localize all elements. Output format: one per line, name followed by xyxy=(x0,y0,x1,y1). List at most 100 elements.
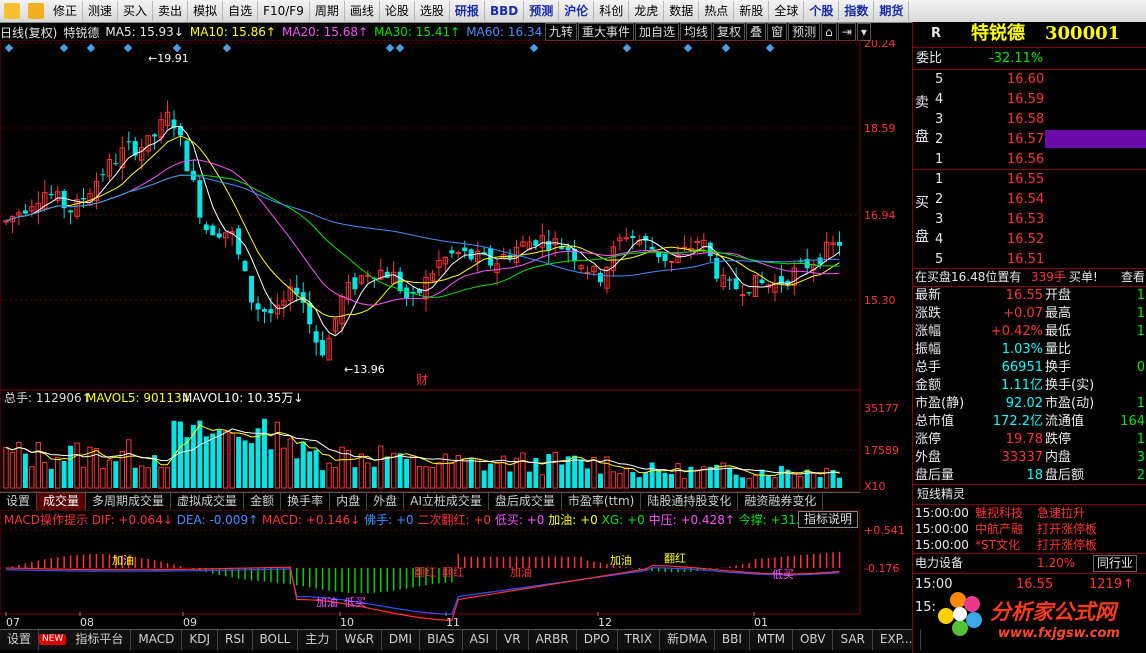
toolbar-btn-22[interactable]: 指数 xyxy=(839,1,875,21)
chart-btn-1[interactable]: 重大事件 xyxy=(578,23,635,41)
toolbar-btn-6[interactable]: F10/F9 xyxy=(258,1,310,21)
sector-name[interactable]: 电力设备 xyxy=(915,553,963,573)
candle-body xyxy=(668,260,675,263)
sjl-title[interactable]: 短线精灵 xyxy=(917,484,965,504)
vol-tab-7[interactable]: 外盘 xyxy=(367,493,405,510)
chart-btn-9[interactable]: ⇥ xyxy=(837,23,856,41)
bottom-tab-15[interactable]: TRIX xyxy=(618,630,661,650)
indicator-explain-button[interactable]: 指标说明 xyxy=(798,511,858,528)
toolbar-btn-8[interactable]: 画线 xyxy=(345,1,380,21)
toolbar-btn-14[interactable]: 沪伦 xyxy=(559,1,595,21)
bids-level: 3 xyxy=(935,212,944,227)
asks-row[interactable]: 3 16.58 xyxy=(913,110,1146,130)
bottom-tab-6[interactable]: BOLL xyxy=(253,630,299,650)
toolbar-btn-5[interactable]: 自选 xyxy=(223,1,259,21)
vol-tab-4[interactable]: 金额 xyxy=(244,493,282,510)
chart-period[interactable]: 日线(复权) xyxy=(0,24,57,41)
bottom-tab-17[interactable]: BBI xyxy=(715,630,750,650)
toolbar-btn-15[interactable]: 科创 xyxy=(594,1,630,21)
toolbar-btn-10[interactable]: 选股 xyxy=(415,1,450,21)
toolbar-btn-11[interactable]: 研报 xyxy=(450,1,485,21)
vol-tab-8[interactable]: AI立桩成交量 xyxy=(404,493,489,510)
toolbar-btn-7[interactable]: 周期 xyxy=(310,1,345,21)
bottom-tab-19[interactable]: OBV xyxy=(793,630,834,650)
bottom-tab-0[interactable]: 设置 xyxy=(0,630,40,650)
chart-btn-5[interactable]: 叠 xyxy=(746,23,767,41)
vol-tab-0[interactable]: 设置 xyxy=(0,493,38,510)
chart-btn-2[interactable]: 加自选 xyxy=(635,23,680,41)
stat-label: 最新 xyxy=(915,288,942,303)
vol-tab-3[interactable]: 虚拟成交量 xyxy=(171,493,245,510)
vol-tab-9[interactable]: 盘后成交量 xyxy=(489,493,562,510)
toolbar-btn-20[interactable]: 全球 xyxy=(769,1,805,21)
bids-row[interactable]: 4 16.52 xyxy=(913,230,1146,250)
vol-tab-5[interactable]: 换手率 xyxy=(281,493,331,510)
kline-chart[interactable]: 20.24 18.59 16.94 15.30 ←19.91 ←13.96 财总手: 112… xyxy=(0,40,912,630)
toolbar-btn-9[interactable]: 论股 xyxy=(380,1,415,21)
toolbar-btn-0[interactable]: 修正 xyxy=(48,1,84,21)
candle-body xyxy=(597,272,603,283)
toolbar-btn-2[interactable]: 买入 xyxy=(118,1,154,21)
bottom-tab-16[interactable]: 新DMA xyxy=(660,630,715,650)
bottom-tab-7[interactable]: 主力 xyxy=(298,630,338,650)
chart-btn-8[interactable]: ⌂ xyxy=(821,23,837,41)
bottom-tab-9[interactable]: DMI xyxy=(382,630,421,650)
bids-row[interactable]: 2 16.54 xyxy=(913,190,1146,210)
same-industry-button[interactable]: 同行业 xyxy=(1093,555,1138,572)
bottom-tab-11[interactable]: ASI xyxy=(463,630,498,650)
bottom-tab-10[interactable]: BIAS xyxy=(420,630,463,650)
chart-btn-3[interactable]: 均线 xyxy=(680,23,713,41)
chart-btn-10[interactable]: ▾ xyxy=(856,23,871,41)
bids-row[interactable]: 1 16.55 xyxy=(913,170,1146,190)
toolbar-btn-23[interactable]: 期货 xyxy=(874,1,910,21)
toolbar-btn-3[interactable]: 卖出 xyxy=(153,1,189,21)
bottom-tab-5[interactable]: RSI xyxy=(218,630,253,650)
bottom-tab-1[interactable]: NEW xyxy=(39,634,67,645)
chart-btn-6[interactable]: 窗 xyxy=(767,23,788,41)
chart-btn-0[interactable]: 九转 xyxy=(545,23,578,41)
bottom-tab-20[interactable]: SAR xyxy=(833,630,873,650)
volume-bar xyxy=(164,467,171,489)
bottom-tab-8[interactable]: W&R xyxy=(337,630,382,650)
toolbar-btn-12[interactable]: BBD xyxy=(485,1,525,21)
toolbar-btn-18[interactable]: 热点 xyxy=(699,1,735,21)
chart-btn-4[interactable]: 复权 xyxy=(713,23,746,41)
candle-body xyxy=(197,180,203,218)
month-label: 01 xyxy=(754,616,768,629)
toolbar-btn-16[interactable]: 龙虎 xyxy=(629,1,665,21)
vol-tab-2[interactable]: 多周期成交量 xyxy=(86,493,172,510)
view-link[interactable]: 查看 xyxy=(1121,267,1145,287)
vol-tab-11[interactable]: 陆股通持股变化 xyxy=(641,493,739,510)
bottom-tab-18[interactable]: MTM xyxy=(750,630,793,650)
bottom-tab-12[interactable]: VR xyxy=(497,630,529,650)
bids-row[interactable]: 3 16.53 xyxy=(913,210,1146,230)
toolbar-btn-17[interactable]: 数据 xyxy=(664,1,700,21)
toolbar-btn-1[interactable]: 测速 xyxy=(83,1,119,21)
down-arrow-icon[interactable] xyxy=(28,3,44,19)
back-arrow-icon[interactable] xyxy=(4,3,20,19)
sjl-row[interactable]: 15:00:00 中航产融 打开涨停板 xyxy=(913,521,1146,537)
asks-row[interactable]: 5 16.60 xyxy=(913,70,1146,90)
macd-signal-label: 加油 xyxy=(316,595,338,609)
vol-tab-1[interactable]: 成交量 xyxy=(37,493,87,510)
bottom-tab-13[interactable]: ARBR xyxy=(529,630,577,650)
sjl-row[interactable]: 15:00:00 *ST文化 打开涨停板 xyxy=(913,537,1146,553)
vol-tab-10[interactable]: 市盈率(ttm) xyxy=(562,493,642,510)
bottom-indicator-tabs: 设置 NEW 指标平台 MACD KDJ RSI BOLL 主力 W&R DMI BIAS ASI VR… xyxy=(0,629,921,650)
vol-tab-12[interactable]: 融资融券变化 xyxy=(738,493,824,510)
toolbar-btn-4[interactable]: 模拟 xyxy=(188,1,224,21)
toolbar-btn-21[interactable]: 个股 xyxy=(804,1,840,21)
chart-btn-7[interactable]: 预测 xyxy=(788,23,821,41)
bottom-tab-3[interactable]: MACD xyxy=(131,630,183,650)
bottom-tab-2[interactable]: 指标平台 xyxy=(68,630,132,650)
asks-row[interactable]: 4 16.59 xyxy=(913,90,1146,110)
sjl-row[interactable]: 15:00:00 魅视科技 急速拉升 xyxy=(913,505,1146,521)
volume-bar xyxy=(216,430,222,488)
vol-tab-6[interactable]: 内盘 xyxy=(330,493,368,510)
bottom-tab-14[interactable]: DPO xyxy=(577,630,618,650)
stat-label: 金额 xyxy=(915,378,942,393)
toolbar-btn-19[interactable]: 新股 xyxy=(734,1,770,21)
toolbar-btn-13[interactable]: 预测 xyxy=(524,1,560,21)
bottom-tab-4[interactable]: KDJ xyxy=(182,630,218,650)
asks-row[interactable]: 1 16.56 xyxy=(913,150,1146,170)
